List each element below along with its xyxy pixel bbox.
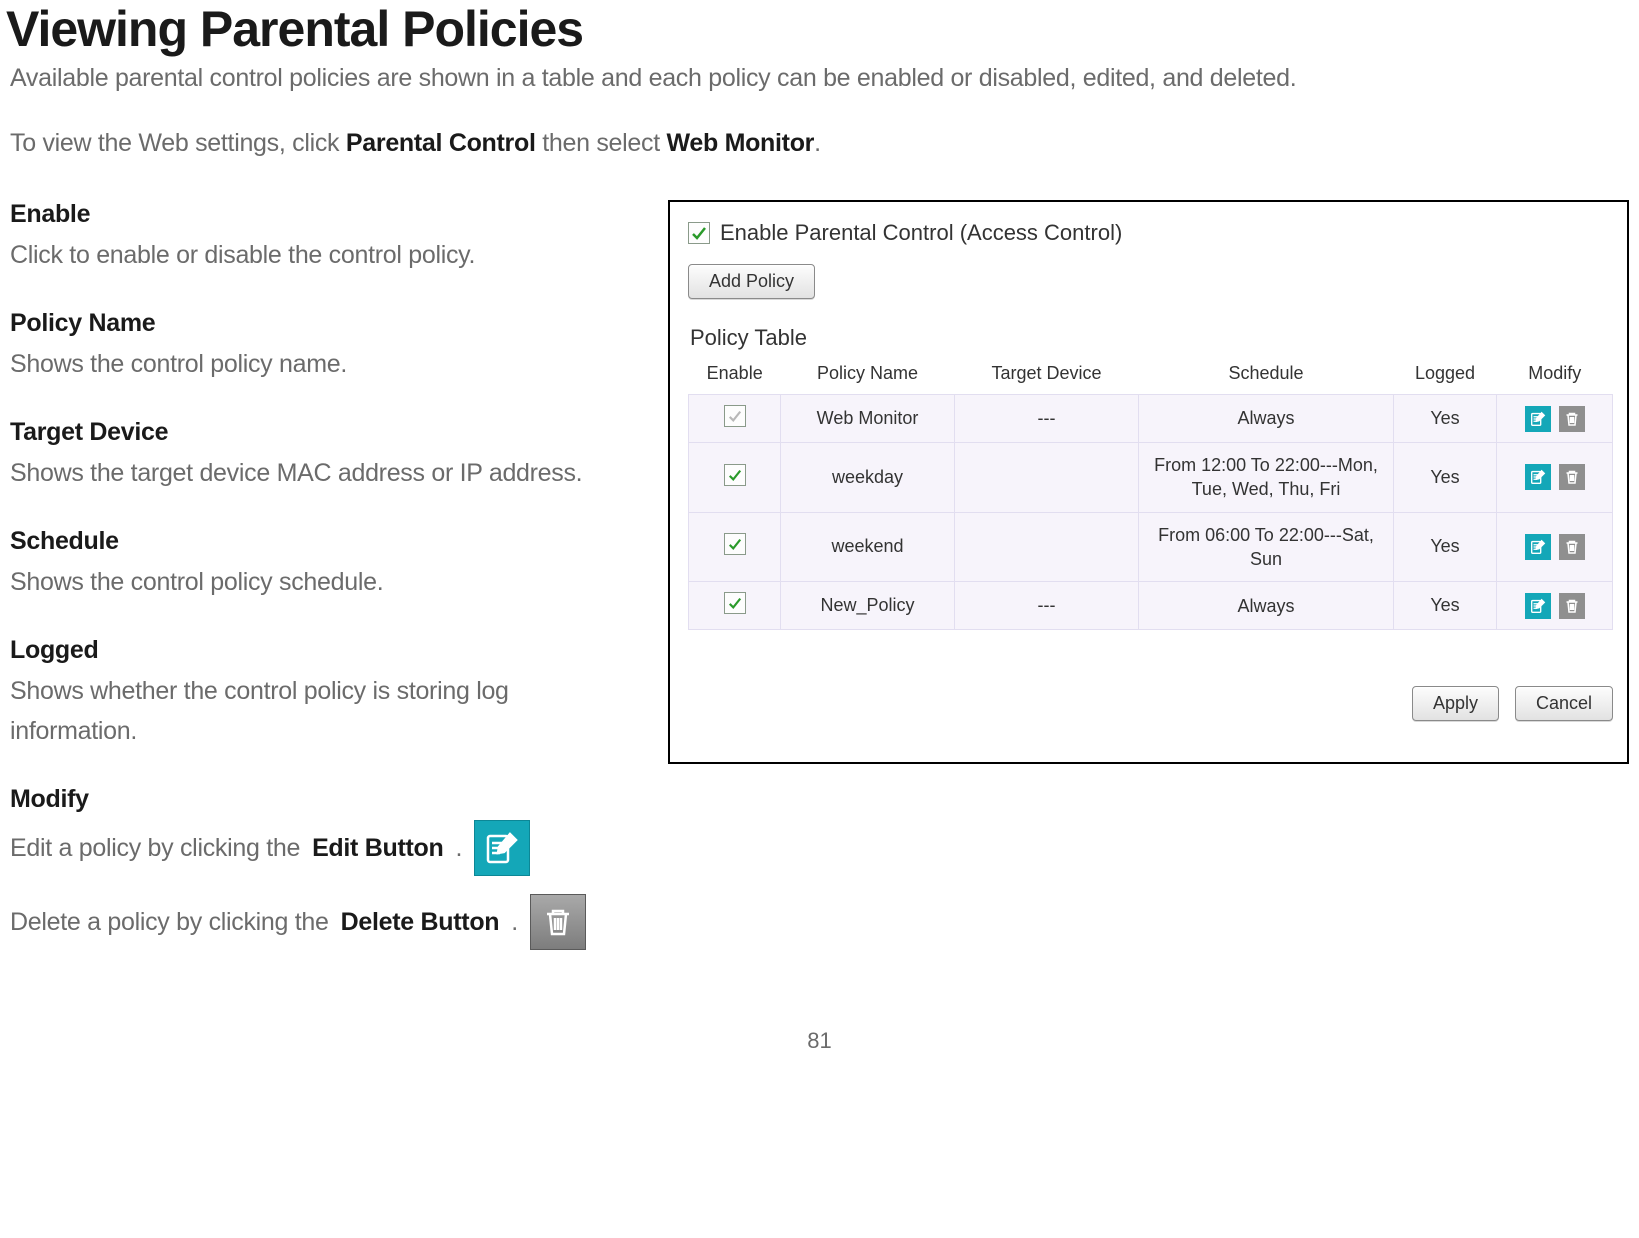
add-policy-button[interactable]: Add Policy [688, 264, 815, 299]
nav-parental-control: Parental Control [346, 129, 536, 157]
table-row: New_Policy---AlwaysYes [689, 582, 1613, 630]
row-logged: Yes [1393, 512, 1497, 582]
modify-edit-pre: Edit a policy by clicking the [10, 834, 300, 863]
row-delete-button[interactable] [1559, 406, 1585, 432]
table-row: weekend From 06:00 To 22:00---Sat, SunYes [689, 512, 1613, 582]
def-enable-desc: Click to enable or disable the control p… [10, 235, 640, 275]
nav-web-monitor: Web Monitor [667, 129, 815, 157]
def-modify-term: Modify [10, 785, 640, 814]
enable-parental-label: Enable Parental Control (Access Control) [720, 220, 1122, 246]
table-row: weekday From 12:00 To 22:00---Mon, Tue, W… [689, 443, 1613, 513]
modify-delete-bold: Delete Button [341, 908, 500, 937]
row-policyname: weekday [781, 443, 954, 513]
row-edit-button[interactable] [1525, 406, 1551, 432]
nav-instruction: To view the Web settings, click Parental… [10, 129, 1629, 158]
def-enable-term: Enable [10, 200, 640, 229]
row-targetdevice: --- [954, 582, 1139, 630]
apply-button[interactable]: Apply [1412, 686, 1499, 721]
policy-table: Enable Policy Name Target Device Schedul… [688, 357, 1613, 630]
modify-edit-post: . [455, 834, 462, 863]
row-enable-checkbox[interactable] [724, 533, 746, 555]
col-enable: Enable [689, 357, 781, 395]
page-number: 81 [10, 1028, 1629, 1054]
row-schedule: Always [1139, 395, 1393, 443]
cancel-button[interactable]: Cancel [1515, 686, 1613, 721]
def-policyname-desc: Shows the control policy name. [10, 344, 640, 384]
def-schedule-desc: Shows the control policy schedule. [10, 562, 640, 602]
row-targetdevice [954, 443, 1139, 513]
definitions-column: Enable Click to enable or disable the co… [10, 200, 640, 968]
def-targetdevice-term: Target Device [10, 418, 640, 447]
row-delete-button[interactable] [1559, 534, 1585, 560]
enable-parental-checkbox[interactable] [688, 222, 710, 244]
row-schedule: From 12:00 To 22:00---Mon, Tue, Wed, Thu… [1139, 443, 1393, 513]
col-targetdevice: Target Device [954, 357, 1139, 395]
col-schedule: Schedule [1139, 357, 1393, 395]
row-delete-button[interactable] [1559, 593, 1585, 619]
col-modify: Modify [1497, 357, 1613, 395]
trash-icon [530, 894, 586, 950]
row-edit-button[interactable] [1525, 593, 1551, 619]
modify-delete-post: . [511, 908, 518, 937]
col-policyname: Policy Name [781, 357, 954, 395]
row-logged: Yes [1393, 395, 1497, 443]
modify-edit-bold: Edit Button [312, 834, 443, 863]
intro-text: Available parental control policies are … [10, 64, 1629, 93]
modify-delete-pre: Delete a policy by clicking the [10, 908, 329, 937]
row-enable-checkbox[interactable] [724, 464, 746, 486]
def-logged-term: Logged [10, 636, 640, 665]
row-policyname: weekend [781, 512, 954, 582]
row-targetdevice: --- [954, 395, 1139, 443]
row-delete-button[interactable] [1559, 464, 1585, 490]
nav-post: . [814, 129, 821, 157]
row-edit-button[interactable] [1525, 534, 1551, 560]
row-targetdevice [954, 512, 1139, 582]
page-title: Viewing Parental Policies [6, 0, 1629, 58]
row-logged: Yes [1393, 582, 1497, 630]
nav-mid: then select [536, 129, 667, 157]
def-policyname-term: Policy Name [10, 309, 640, 338]
screenshot-panel: Enable Parental Control (Access Control)… [668, 200, 1629, 764]
edit-icon [474, 820, 530, 876]
table-row: Web Monitor---AlwaysYes [689, 395, 1613, 443]
row-enable-checkbox[interactable] [724, 592, 746, 614]
row-policyname: Web Monitor [781, 395, 954, 443]
def-schedule-term: Schedule [10, 527, 640, 556]
row-edit-button[interactable] [1525, 464, 1551, 490]
row-logged: Yes [1393, 443, 1497, 513]
policy-table-caption: Policy Table [690, 325, 1613, 351]
row-schedule: Always [1139, 582, 1393, 630]
row-enable-checkbox[interactable] [724, 405, 746, 427]
col-logged: Logged [1393, 357, 1497, 395]
nav-pre: To view the Web settings, click [10, 129, 346, 157]
row-schedule: From 06:00 To 22:00---Sat, Sun [1139, 512, 1393, 582]
def-logged-desc: Shows whether the control policy is stor… [10, 671, 640, 751]
def-targetdevice-desc: Shows the target device MAC address or I… [10, 453, 640, 493]
row-policyname: New_Policy [781, 582, 954, 630]
